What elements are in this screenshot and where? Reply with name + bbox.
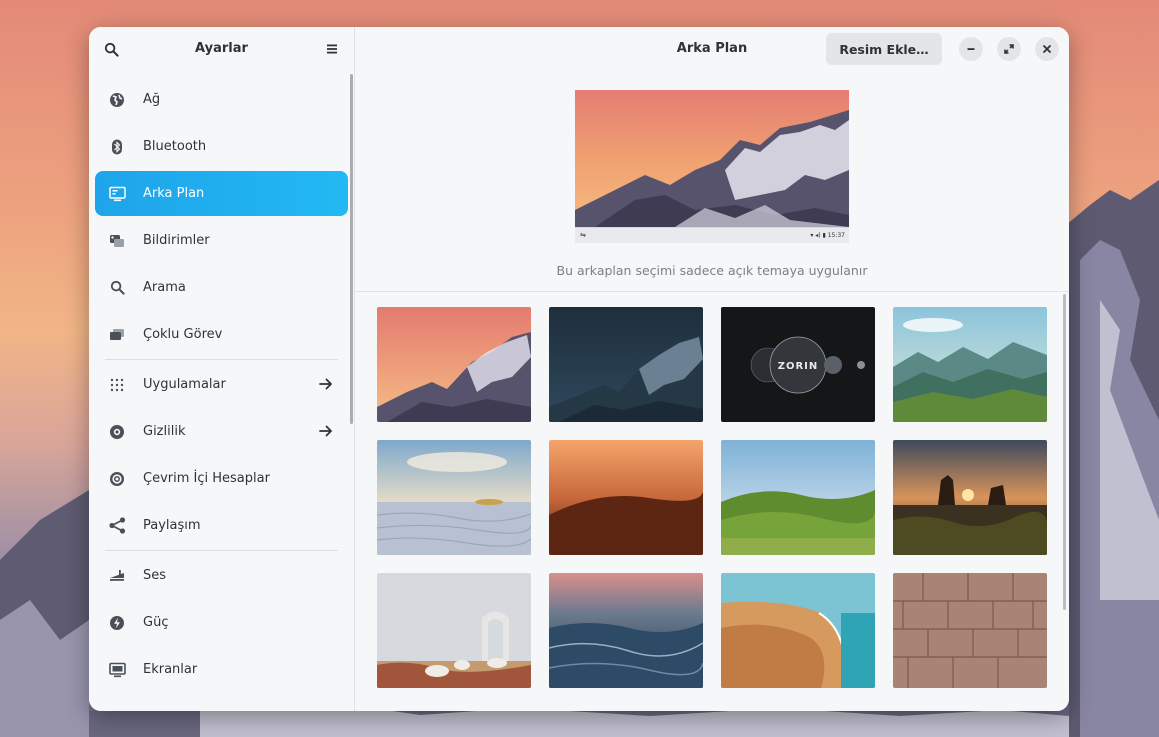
sidebar-item-displays[interactable]: Ekranlar <box>95 647 348 692</box>
sidebar-item-label: Uygulamalar <box>143 377 226 392</box>
sidebar-item-sharing[interactable]: Paylaşım <box>95 503 348 548</box>
wallpaper-grid: ZORIN <box>377 307 1057 688</box>
multitasking-icon <box>108 326 126 344</box>
sidebar-item-apps[interactable]: Uygulamalar <box>95 362 348 407</box>
power-icon <box>108 614 126 632</box>
divider <box>355 291 1069 292</box>
sidebar-item-background[interactable]: Arka Plan <box>95 171 348 216</box>
arrow-right-icon <box>318 423 334 439</box>
wallpaper-monument-valley[interactable] <box>893 440 1047 555</box>
apps-grid-icon <box>108 376 126 394</box>
preview-clock-text: 15:37 <box>827 232 845 239</box>
wallpaper-mountain-sunset[interactable] <box>377 307 531 422</box>
background-panel: Arka Plan Resim Ekle… ⇋ ▾ ◂) ▮ 15:37 Bu … <box>355 27 1069 711</box>
wallpaper-desert-arch[interactable] <box>377 573 531 688</box>
bluetooth-icon <box>108 138 126 156</box>
close-icon <box>1043 45 1051 53</box>
sidebar-item-label: Bluetooth <box>143 139 207 154</box>
online-accounts-icon <box>108 470 126 488</box>
sidebar-item-label: Ekranlar <box>143 662 198 677</box>
sidebar-item-multitasking[interactable]: Çoklu Görev <box>95 312 348 357</box>
wallpaper-coast-dunes[interactable] <box>721 573 875 688</box>
zorin-logo-text: ZORIN <box>778 361 819 372</box>
maximize-icon <box>1004 44 1014 54</box>
sidebar-list: Ağ Bluetooth Arka Plan Bildirimler Arama… <box>89 71 354 692</box>
sidebar-scrollbar[interactable] <box>350 74 353 424</box>
sidebar-header: Ayarlar <box>89 27 354 71</box>
main-scrollbar[interactable] <box>1063 294 1066 610</box>
minimize-icon <box>967 48 975 50</box>
sidebar-item-label: Arama <box>143 280 186 295</box>
wallpaper-ocean-wave[interactable] <box>549 573 703 688</box>
wallpaper-stone-wall[interactable] <box>893 573 1047 688</box>
sidebar-item-label: Bildirimler <box>143 233 210 248</box>
preview-clock: ▾ ◂) ▮ 15:37 <box>810 232 845 239</box>
maximize-button[interactable] <box>997 37 1021 61</box>
share-icon <box>108 517 126 535</box>
sidebar-item-label: Güç <box>143 615 169 630</box>
notifications-icon <box>108 232 126 250</box>
sidebar-item-privacy[interactable]: Gizlilik <box>95 409 348 454</box>
sidebar-item-bluetooth[interactable]: Bluetooth <box>95 124 348 169</box>
wallpaper-preview: ⇋ ▾ ◂) ▮ 15:37 <box>575 90 849 243</box>
wallpaper-mountain-night[interactable] <box>549 307 703 422</box>
sidebar-item-label: Çoklu Görev <box>143 327 223 342</box>
wallpaper-green-hills[interactable] <box>721 440 875 555</box>
wallpaper-green-valley[interactable] <box>893 307 1047 422</box>
header-bar: Arka Plan Resim Ekle… <box>355 27 1069 71</box>
search-icon[interactable] <box>103 41 119 57</box>
display-background-icon <box>108 185 126 203</box>
sidebar-item-search[interactable]: Arama <box>95 265 348 310</box>
sidebar-item-label: Paylaşım <box>143 518 201 533</box>
sound-icon <box>108 567 126 585</box>
close-button[interactable] <box>1035 37 1059 61</box>
sidebar-separator <box>105 550 338 551</box>
wallpaper-orange-dune[interactable] <box>549 440 703 555</box>
preview-taskbar: ⇋ ▾ ◂) ▮ 15:37 <box>575 227 849 243</box>
wallpaper-zorin-logo[interactable]: ZORIN <box>721 307 875 422</box>
privacy-icon <box>108 423 126 441</box>
settings-window: Ayarlar Ağ Bluetooth Arka Plan Bildiriml… <box>89 27 1069 711</box>
globe-icon <box>108 91 126 109</box>
sidebar-item-label: Ses <box>143 568 167 583</box>
sidebar-item-online-accounts[interactable]: Çevrim İçi Hesaplar <box>95 456 348 501</box>
sidebar-item-sound[interactable]: Ses <box>95 553 348 598</box>
search-icon <box>108 279 126 297</box>
preview-image <box>575 90 849 227</box>
sidebar: Ayarlar Ağ Bluetooth Arka Plan Bildiriml… <box>89 27 355 711</box>
sidebar-item-notifications[interactable]: Bildirimler <box>95 218 348 263</box>
sidebar-item-label: Gizlilik <box>143 424 186 439</box>
sidebar-item-network[interactable]: Ağ <box>95 77 348 122</box>
sidebar-separator <box>105 359 338 360</box>
sidebar-item-label: Ağ <box>143 92 161 107</box>
wallpaper-white-sands[interactable] <box>377 440 531 555</box>
sidebar-item-label: Arka Plan <box>143 186 205 201</box>
sidebar-item-power[interactable]: Güç <box>95 600 348 645</box>
zorin-menu-icon: ⇋ <box>580 231 586 239</box>
add-picture-button[interactable]: Resim Ekle… <box>826 33 942 65</box>
sidebar-item-label: Çevrim İçi Hesaplar <box>143 471 270 486</box>
displays-icon <box>108 661 126 679</box>
menu-icon[interactable] <box>324 41 340 57</box>
theme-note: Bu arkaplan seçimi sadece açık temaya uy… <box>556 263 868 278</box>
arrow-right-icon <box>318 376 334 392</box>
minimize-button[interactable] <box>959 37 983 61</box>
sidebar-title: Ayarlar <box>195 41 248 56</box>
